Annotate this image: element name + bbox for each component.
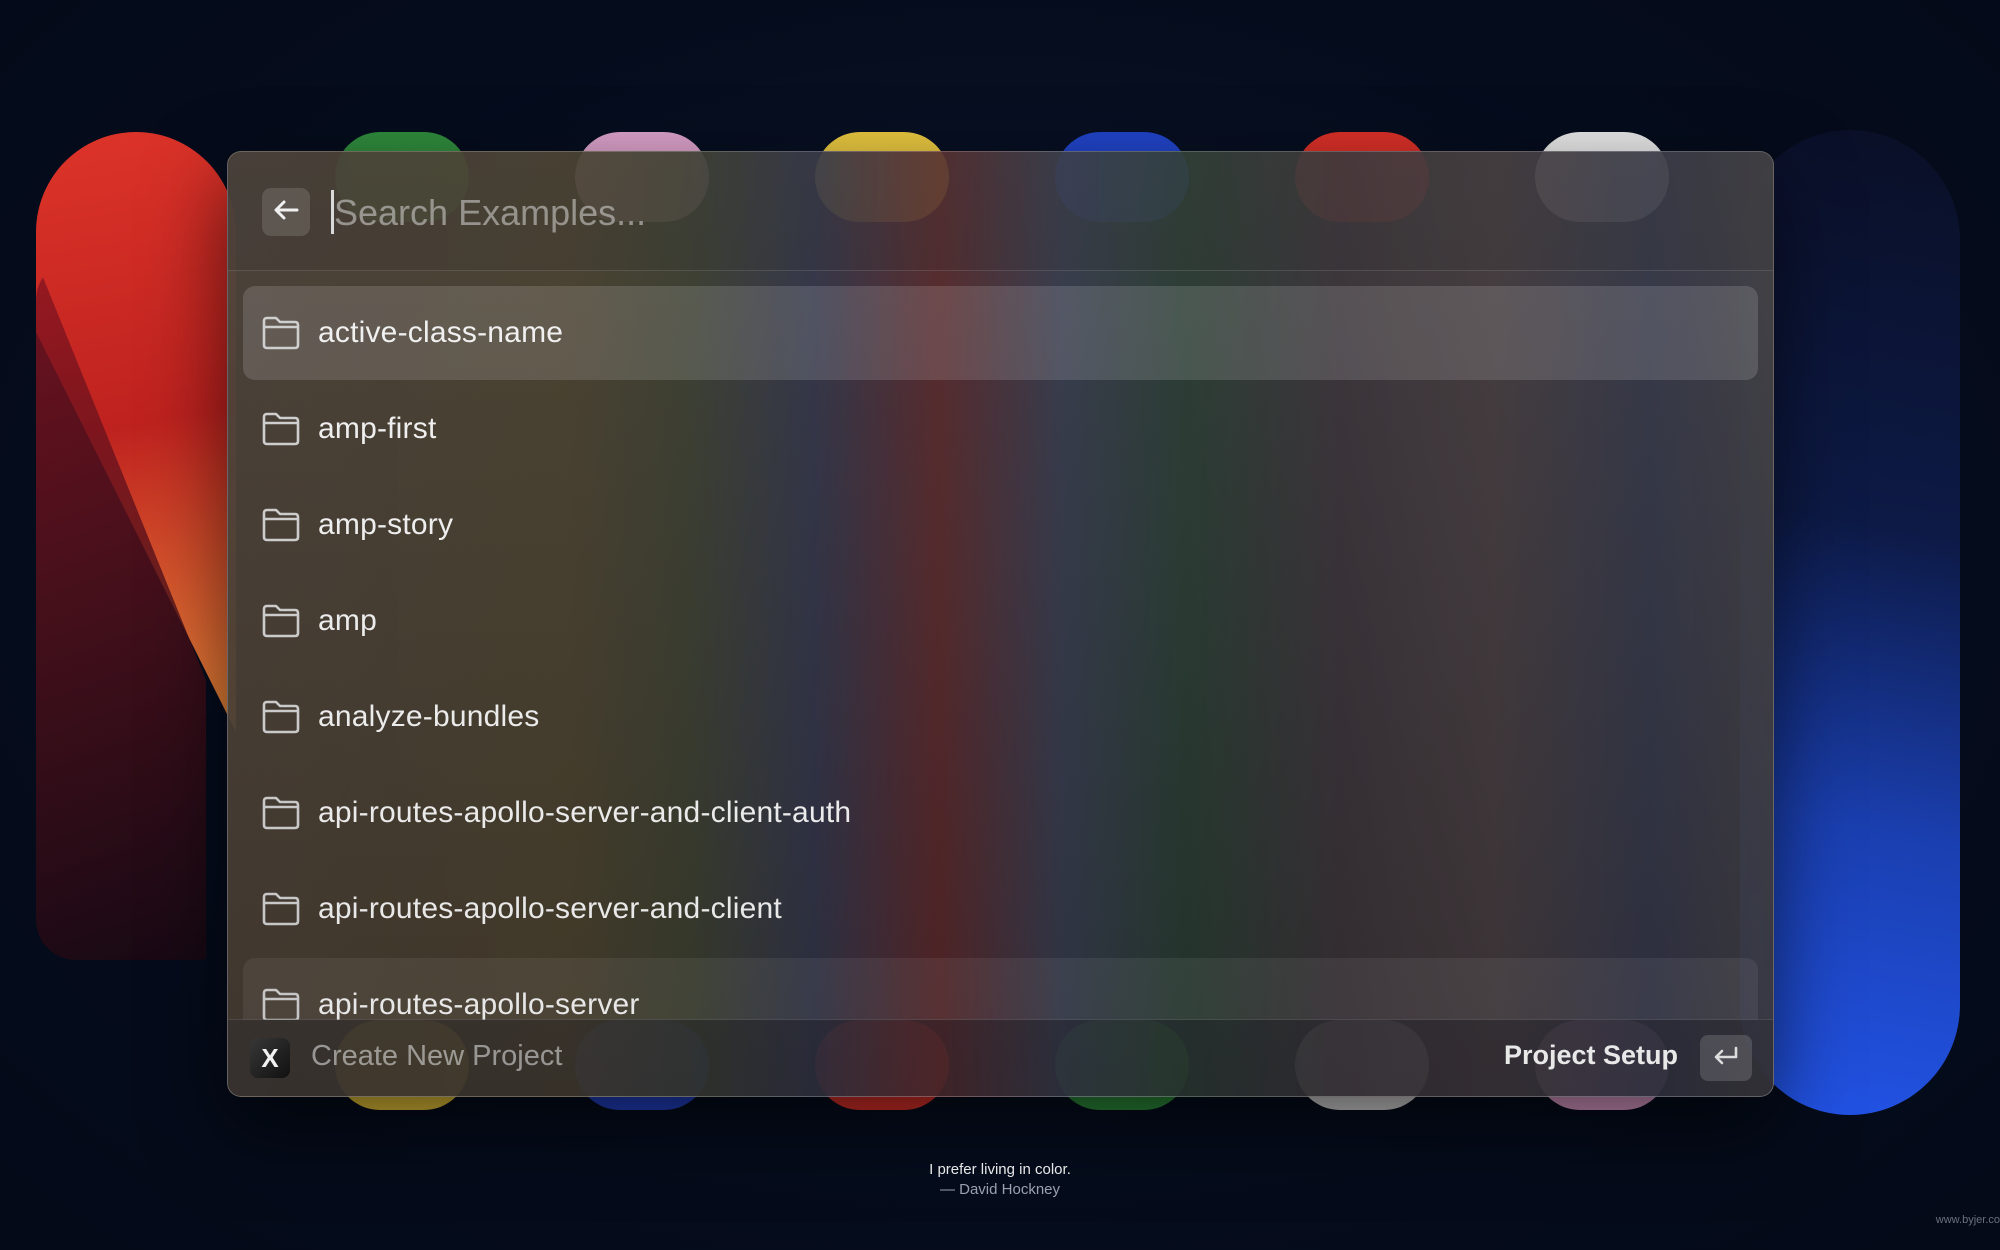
search-examples-window: active-class-name amp-first amp-story am… [227, 151, 1774, 1097]
create-new-project-label[interactable]: Create New Project [311, 1040, 562, 1073]
wallpaper-quote: I prefer living in color. [929, 1161, 1071, 1178]
folder-icon [260, 600, 302, 642]
examples-list: active-class-name amp-first amp-story am… [243, 286, 1758, 1020]
list-item-label: amp-story [318, 508, 454, 541]
back-button[interactable] [262, 188, 310, 236]
search-bar [228, 152, 1773, 271]
action-footer: X Create New Project Project Setup [228, 1019, 1773, 1096]
list-item-label: amp [318, 604, 377, 637]
list-item[interactable]: api-routes-apollo-server [243, 958, 1758, 1020]
desktop-wallpaper: active-class-name amp-first amp-story am… [0, 0, 2000, 1250]
list-item[interactable]: api-routes-apollo-server-and-client [243, 862, 1758, 956]
folder-icon [260, 888, 302, 930]
list-item[interactable]: amp-story [243, 478, 1758, 572]
list-item-label: api-routes-apollo-server [318, 988, 640, 1020]
list-item[interactable]: analyze-bundles [243, 670, 1758, 764]
list-item-label: api-routes-apollo-server-and-client [318, 892, 782, 925]
list-item-label: api-routes-apollo-server-and-client-auth [318, 796, 852, 829]
wallpaper-watermark: www.byjer.co [1935, 1214, 2000, 1226]
list-item[interactable]: api-routes-apollo-server-and-client-auth [243, 766, 1758, 860]
folder-icon [260, 792, 302, 834]
enter-button[interactable] [1700, 1035, 1752, 1081]
folder-icon [260, 984, 302, 1020]
list-item[interactable]: amp-first [243, 382, 1758, 476]
project-setup-label[interactable]: Project Setup [1504, 1040, 1678, 1071]
wallpaper-quote-author: — David Hockney [939, 1181, 1061, 1198]
folder-icon [260, 408, 302, 450]
folder-icon [260, 696, 302, 738]
search-input[interactable] [332, 178, 1716, 248]
return-key-icon [1712, 1046, 1740, 1071]
list-item-label: analyze-bundles [318, 700, 540, 733]
arrow-left-icon [273, 199, 299, 226]
list-item[interactable]: active-class-name [243, 286, 1758, 380]
list-item[interactable]: amp [243, 574, 1758, 668]
folder-icon [260, 504, 302, 546]
app-badge-icon: X [250, 1038, 290, 1078]
list-item-label: active-class-name [318, 316, 564, 349]
list-item-label: amp-first [318, 412, 437, 445]
folder-icon [260, 312, 302, 354]
